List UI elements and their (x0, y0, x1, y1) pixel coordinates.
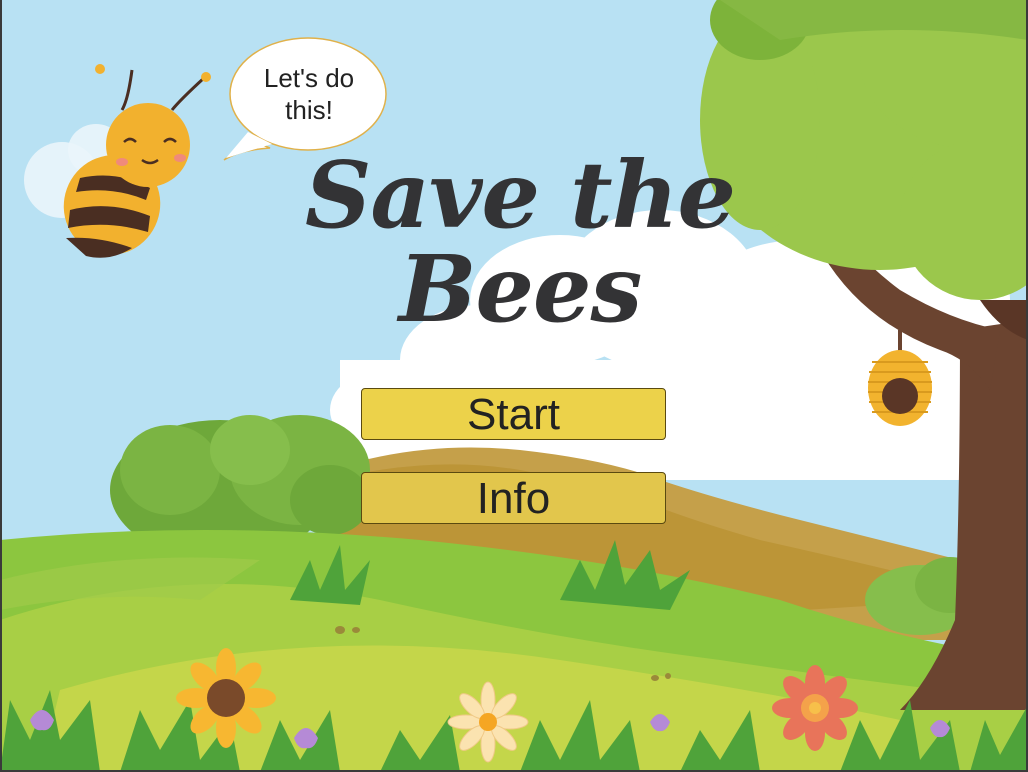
game-title: Save the Bees (300, 148, 740, 336)
speech-bubble-text: Let's do this! (263, 63, 355, 125)
info-button[interactable]: Info (361, 472, 666, 524)
title-line-2: Bees (398, 235, 643, 343)
title-line-1: Save the (305, 141, 736, 249)
background-scene (0, 0, 1028, 772)
game-start-screen: Let's do this! Save the Bees Start Info (0, 0, 1028, 772)
start-button[interactable]: Start (361, 388, 666, 440)
